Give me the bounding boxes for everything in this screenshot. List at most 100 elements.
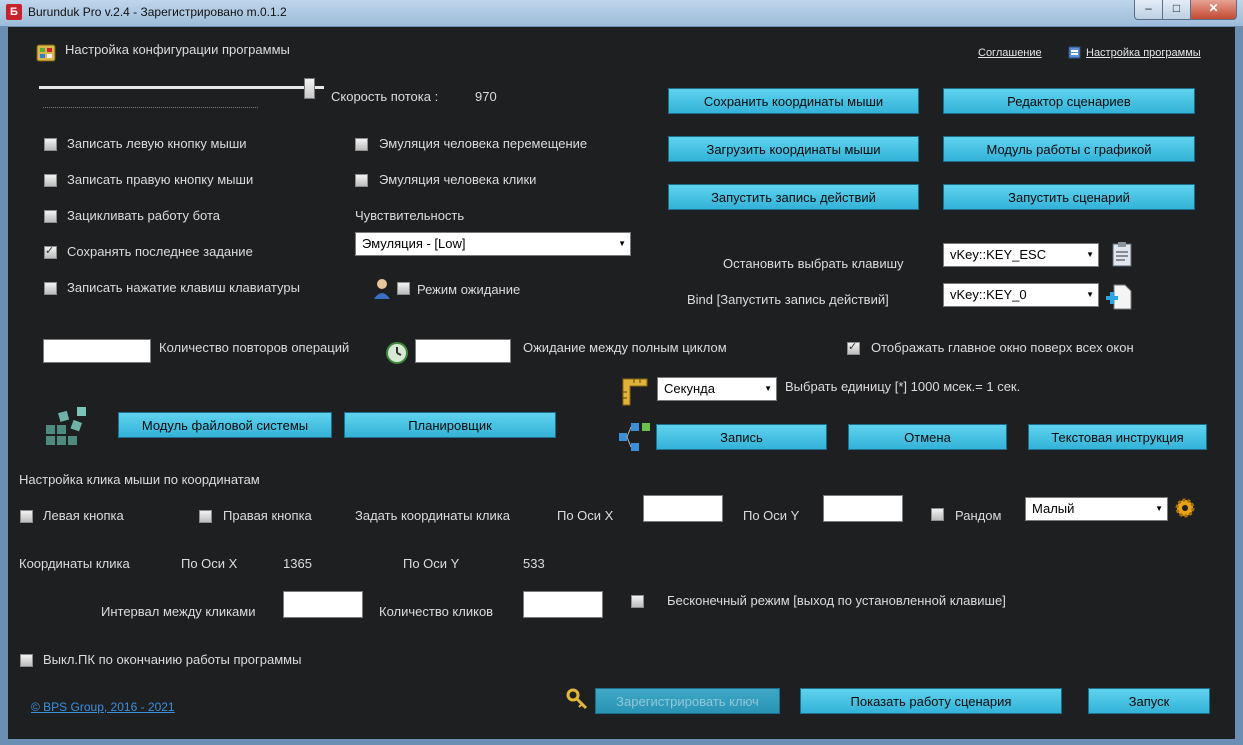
slider-thumb[interactable]: [304, 78, 315, 99]
stop-key-value: vKey::KEY_ESC: [950, 247, 1047, 262]
window-title: Burunduk Pro v.2.4 - Зарегистрировано m.…: [28, 5, 287, 19]
random-checkbox[interactable]: [931, 508, 944, 521]
set-coords-label: Задать координаты клика: [355, 508, 510, 523]
unit-select[interactable]: Секунда ▼: [657, 377, 777, 401]
repeat-count-label: Количество повторов операций: [159, 340, 350, 355]
sensitivity-value: Эмуляция - [Low]: [362, 236, 466, 251]
ruler-icon: [622, 378, 648, 406]
clipboard-icon[interactable]: [1111, 241, 1133, 267]
register-key-button[interactable]: Зарегистрировать ключ: [595, 688, 780, 714]
chevron-down-icon: ▼: [618, 239, 626, 248]
click-count-input[interactable]: [523, 591, 603, 618]
save-last-label: Сохранять последнее задание: [67, 244, 253, 259]
cycle-wait-label: Ожидание между полным циклом: [523, 340, 727, 355]
repeat-count-input[interactable]: [43, 339, 151, 363]
scenario-editor-button[interactable]: Редактор сценариев: [943, 88, 1195, 114]
load-coords-button[interactable]: Загрузить координаты мыши: [668, 136, 919, 162]
stop-key-select[interactable]: vKey::KEY_ESC ▼: [943, 243, 1099, 267]
record-left-checkbox[interactable]: [44, 138, 57, 151]
axis-x-input[interactable]: [643, 495, 723, 522]
settings-icon: [1068, 46, 1081, 59]
key-icon: [566, 688, 588, 710]
emulate-move-label: Эмуляция человека перемещение: [379, 136, 588, 151]
maximize-button[interactable]: □: [1162, 0, 1191, 20]
main-panel: Настройка конфигурации программы Соглаше…: [8, 27, 1235, 739]
minimize-button[interactable]: –: [1134, 0, 1163, 20]
always-on-top-label: Отображать главное окно поверх всех окон: [871, 340, 1134, 355]
sensitivity-select[interactable]: Эмуляция - [Low] ▼: [355, 232, 631, 256]
loop-bot-checkbox[interactable]: [44, 210, 57, 223]
emulate-click-label: Эмуляция человека клики: [379, 172, 537, 187]
emulate-click-checkbox[interactable]: [355, 174, 368, 187]
left-button-checkbox[interactable]: [20, 510, 33, 523]
shutdown-checkbox[interactable]: [20, 654, 33, 667]
app-icon: Б: [6, 4, 22, 20]
random-label: Рандом: [955, 508, 1002, 523]
start-record-button[interactable]: Запустить запись действий: [668, 184, 919, 210]
random-value: Малый: [1032, 501, 1075, 516]
cycle-wait-input[interactable]: [415, 339, 511, 363]
launch-button[interactable]: Запуск: [1088, 688, 1210, 714]
interval-label: Интервал между кликами: [101, 604, 256, 619]
slider-ticks: [43, 107, 258, 110]
coords-axis-x-label: По Оси X: [181, 556, 238, 571]
click-count-label: Количество кликов: [379, 604, 494, 619]
wait-mode-label: Режим ожидание: [417, 282, 521, 297]
unit-hint: Выбрать единицу [*] 1000 мсек.= 1 сек.: [785, 379, 1021, 394]
add-file-icon[interactable]: [1105, 283, 1133, 311]
shutdown-label: Выкл.ПК по окончанию работы программы: [43, 652, 302, 667]
emulate-move-checkbox[interactable]: [355, 138, 368, 151]
chevron-down-icon: ▼: [1155, 504, 1163, 513]
graphics-module-button[interactable]: Модуль работы с графикой: [943, 136, 1195, 162]
infinite-mode-checkbox[interactable]: [631, 595, 644, 608]
chevron-down-icon: ▼: [1086, 290, 1094, 299]
workflow-icon: [619, 423, 650, 451]
speed-value: 970: [475, 89, 497, 104]
text-instruction-button[interactable]: Текстовая инструкция: [1028, 424, 1207, 450]
coord-x-value: 1365: [283, 556, 312, 571]
record-right-checkbox[interactable]: [44, 174, 57, 187]
interval-input[interactable]: [283, 591, 363, 618]
loop-bot-label: Зацикливать работу бота: [67, 208, 221, 223]
sensitivity-label: Чувствительность: [355, 208, 465, 223]
filesystem-module-button[interactable]: Модуль файловой системы: [118, 412, 332, 438]
record-left-label: Записать левую кнопку мыши: [67, 136, 247, 151]
cancel-button[interactable]: Отмена: [848, 424, 1007, 450]
show-scenario-button[interactable]: Показать работу сценария: [800, 688, 1062, 714]
agreement-link[interactable]: Соглашение: [978, 47, 1042, 59]
always-on-top-checkbox[interactable]: [847, 340, 860, 355]
copyright-link[interactable]: © BPS Group, 2016 - 2021: [31, 700, 175, 714]
wait-mode-checkbox[interactable]: [397, 282, 410, 295]
unit-value: Секунда: [664, 381, 715, 396]
stopwatch-icon: [386, 342, 408, 364]
save-coords-button[interactable]: Сохранить координаты мыши: [668, 88, 919, 114]
right-button-checkbox[interactable]: [199, 510, 212, 523]
scheduler-button[interactable]: Планировщик: [344, 412, 556, 438]
record-keys-checkbox[interactable]: [44, 282, 57, 295]
chevron-down-icon: ▼: [1086, 250, 1094, 259]
save-last-checkbox[interactable]: [44, 244, 57, 259]
config-icon: [36, 44, 56, 62]
right-button-label: Правая кнопка: [223, 508, 312, 523]
axis-y-input[interactable]: [823, 495, 903, 522]
user-wait-icon: [374, 279, 390, 299]
coord-y-value: 533: [523, 556, 545, 571]
bind-key-select[interactable]: vKey::KEY_0 ▼: [943, 283, 1099, 307]
chevron-down-icon: ▼: [764, 384, 772, 393]
record-keys-label: Записать нажатие клавиш клавиатуры: [67, 280, 300, 295]
record-button[interactable]: Запись: [656, 424, 827, 450]
stream-speed-slider[interactable]: [39, 86, 324, 89]
record-right-label: Записать правую кнопку мыши: [67, 172, 254, 187]
gear-icon[interactable]: [1173, 496, 1197, 520]
config-title: Настройка конфигурации программы: [65, 42, 290, 57]
speed-label: Скорость потока :: [331, 89, 439, 104]
click-section-title: Настройка клика мыши по координатам: [19, 472, 260, 487]
axis-y-label: По Оси Y: [743, 508, 800, 523]
random-select[interactable]: Малый ▼: [1025, 497, 1168, 521]
run-scenario-button[interactable]: Запустить сценарий: [943, 184, 1195, 210]
left-button-label: Левая кнопка: [43, 508, 124, 523]
bind-key-value: vKey::KEY_0: [950, 287, 1027, 302]
close-button[interactable]: ✕: [1190, 0, 1237, 20]
settings-link[interactable]: Настройка программы: [1086, 47, 1201, 59]
blocks-icon: [46, 407, 86, 445]
